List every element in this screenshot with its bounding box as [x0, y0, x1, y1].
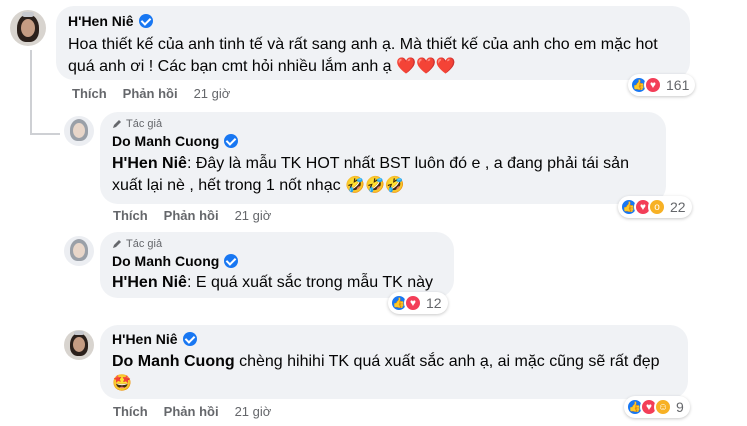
like-button[interactable]: Thích — [113, 404, 148, 419]
avatar[interactable] — [64, 116, 94, 146]
verified-badge-icon — [224, 134, 239, 148]
comment-bubble: Tác giả Do Manh Cuong H'Hen Niê: E quá x… — [100, 232, 454, 298]
mention-link[interactable]: H'Hen Niê — [112, 155, 187, 172]
comment-bubble: H'Hen Niê Do Manh Cuong chèng hihihi TK … — [100, 325, 688, 399]
comment-text: H'Hen Niê: E quá xuất sắc trong mẫu TK n… — [112, 274, 433, 291]
timestamp[interactable]: 21 giờ — [235, 404, 272, 419]
comment-text: Do Manh Cuong chèng hihihi TK quá xuất s… — [112, 353, 660, 370]
reaction-count: 12 — [426, 295, 442, 311]
thread-line — [30, 133, 60, 135]
timestamp[interactable]: 21 giờ — [194, 86, 231, 101]
reaction-count: 22 — [670, 199, 686, 215]
reply-button[interactable]: Phản hồi — [164, 404, 219, 419]
verified-badge-icon — [224, 254, 239, 268]
comment-actions: Thích Phản hồi 21 giờ — [113, 208, 287, 223]
verified-badge-icon — [138, 14, 153, 28]
reaction-summary[interactable]: 👍 ♥ ☺ 9 — [624, 396, 690, 418]
avatar[interactable] — [64, 330, 94, 360]
comment-text: Hoa thiết kế của anh tinh tế và rất sang… — [68, 36, 658, 75]
reaction-count: 161 — [666, 77, 690, 93]
mention-link[interactable]: H'Hen Niê — [112, 274, 187, 291]
pen-icon — [113, 120, 121, 128]
comment-author[interactable]: Do Manh Cuong — [112, 133, 239, 149]
comment-bubble: H'Hen Niê Hoa thiết kế của anh tinh tế v… — [56, 6, 690, 80]
author-tag: Tác giả — [112, 238, 442, 250]
avatar[interactable] — [10, 10, 46, 46]
comment-actions: Thích Phản hồi 21 giờ — [113, 404, 287, 419]
comment-text: H'Hen Niê: Đây là mẫu TK HOT nhất BST lu… — [112, 155, 629, 194]
star-eyes-emoji: 🤩 — [112, 375, 132, 392]
love-icon: ♥ — [644, 76, 662, 94]
reaction-count: 9 — [676, 399, 684, 415]
laugh-emoji: 🤣🤣🤣 — [345, 177, 405, 194]
pen-icon — [113, 240, 121, 248]
heart-emoji: ❤️❤️❤️ — [396, 58, 456, 75]
like-button[interactable]: Thích — [72, 86, 107, 101]
reaction-summary[interactable]: 👍 ♥ 12 — [388, 292, 448, 314]
timestamp[interactable]: 21 giờ — [235, 208, 272, 223]
like-button[interactable]: Thích — [113, 208, 148, 223]
author-tag: Tác giả — [112, 118, 654, 130]
comment-actions: Thích Phản hồi 21 giờ — [72, 86, 246, 101]
thread-line — [30, 50, 32, 135]
comment-author[interactable]: H'Hen Niê — [112, 331, 197, 347]
love-icon: ♥ — [404, 294, 422, 312]
wow-icon: o — [648, 198, 666, 216]
comment-author[interactable]: H'Hen Niê — [68, 13, 153, 29]
verified-badge-icon — [182, 332, 197, 346]
avatar[interactable] — [64, 236, 94, 266]
comment-author[interactable]: Do Manh Cuong — [112, 253, 239, 269]
care-icon: ☺ — [654, 398, 672, 416]
comment-bubble: Tác giả Do Manh Cuong H'Hen Niê: Đây là … — [100, 112, 666, 204]
reaction-summary[interactable]: 👍 ♥ o 22 — [618, 196, 692, 218]
reaction-summary[interactable]: 👍 ♥ 161 — [628, 74, 696, 96]
reply-button[interactable]: Phản hồi — [164, 208, 219, 223]
mention-link[interactable]: Do Manh Cuong — [112, 353, 235, 370]
reply-button[interactable]: Phản hồi — [123, 86, 178, 101]
